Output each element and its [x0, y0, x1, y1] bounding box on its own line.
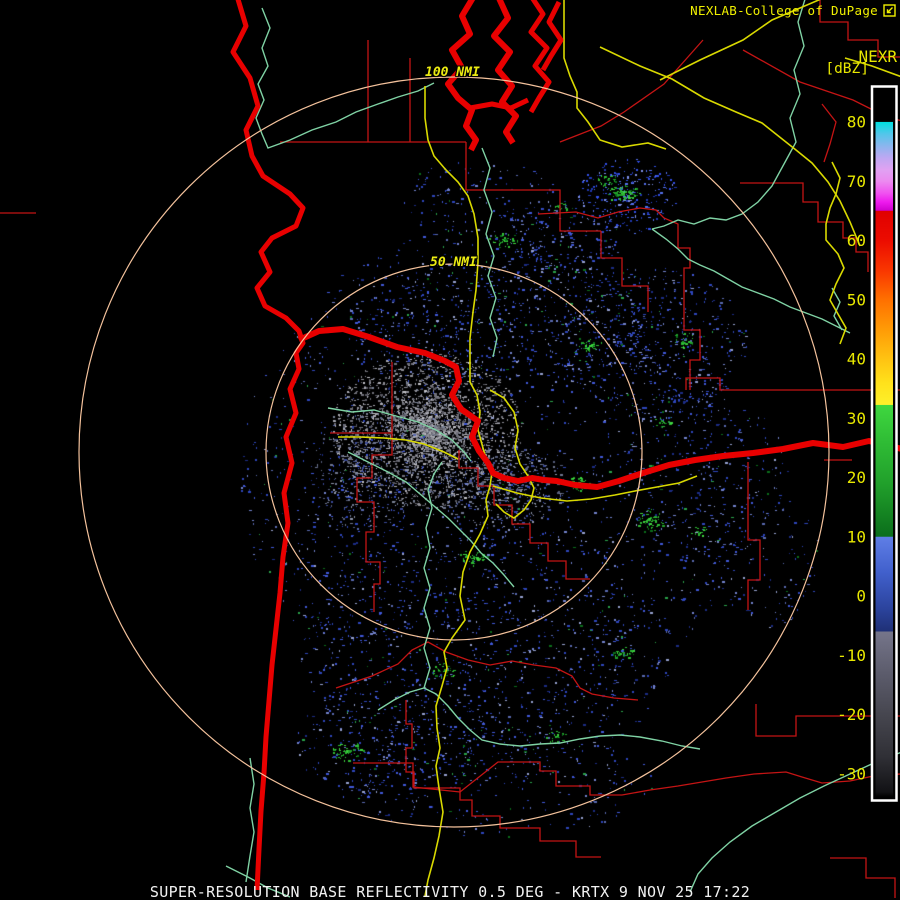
range-ring-188 [265, 263, 643, 641]
state-border-waterway-line [230, 0, 306, 891]
colorbar-tick-50: 50 [847, 290, 866, 309]
highway-line [563, 0, 667, 150]
river-line [651, 0, 806, 230]
highway-line [825, 161, 847, 345]
county-boundary-line [335, 641, 639, 701]
river-line [245, 757, 255, 883]
colorbar-tick--20: -20 [837, 705, 866, 724]
county-boundary-line [465, 142, 601, 232]
river-line [689, 752, 900, 893]
state-border-waterway-line [491, 0, 519, 145]
colorbar-tick-80: 80 [847, 113, 866, 132]
site-branding-link[interactable]: NEXLAB-College of DuPage [690, 3, 896, 18]
colorbar-gradient [875, 90, 893, 797]
river-line [347, 451, 515, 588]
county-boundary-line [821, 103, 837, 163]
state-border-waterway-line [469, 97, 530, 111]
river-line [377, 687, 701, 750]
county-boundary-line [683, 294, 701, 390]
range-ring-375 [78, 76, 830, 828]
radar-display: 80 70 60 50 40 30 20 10 0 -10 -20 -30 NEXLAB-Colleg… [0, 0, 900, 900]
county-boundary-line [600, 231, 649, 312]
colorbar-tick--10: -10 [837, 646, 866, 665]
river-line [481, 147, 498, 358]
river-line [831, 287, 843, 331]
colorbar-tick-20: 20 [847, 468, 866, 487]
colorbar-tick-0: 0 [856, 587, 866, 606]
colorbar-tick-70: 70 [847, 172, 866, 191]
state-border-waterway-line [297, 326, 900, 490]
river-line [651, 228, 851, 334]
range-ring-label-100nmi: 100 NMI [425, 65, 480, 80]
county-boundary-line [747, 462, 761, 610]
range-ring-label-50nmi: 50 NMI [430, 255, 477, 270]
river-line [423, 461, 443, 689]
colorbar-tick-40: 40 [847, 350, 866, 369]
state-border-waterway-line [528, 0, 552, 114]
product-caption: SUPER-RESOLUTION BASE REFLECTIVITY 0.5 D… [149, 883, 751, 900]
colorbar-tick--30: -30 [837, 764, 866, 783]
external-link-icon [883, 4, 896, 17]
county-boundary-line [537, 207, 691, 294]
waterways-layer [230, 0, 900, 891]
highway-line [599, 46, 861, 247]
colorbar-tick-30: 30 [847, 409, 866, 428]
county-boundary-line [740, 182, 869, 272]
county-boundary-line [353, 761, 900, 796]
county-boundary-line [330, 432, 393, 612]
river-line [255, 7, 435, 149]
county-boundary-line [405, 700, 601, 858]
colorbar-tick-10: 10 [847, 527, 866, 546]
highway-line [489, 389, 535, 519]
colorbar-tick-60: 60 [847, 231, 866, 250]
highways-layer [338, 0, 900, 897]
branding-text: NEXLAB-College of DuPage [690, 3, 878, 18]
county-boundary-line [685, 377, 900, 391]
colorbar-units-label: [dBZ] [825, 61, 869, 77]
range-rings [78, 76, 830, 828]
county-boundary-line [559, 39, 704, 143]
map-overlay: 80 70 60 50 40 30 20 10 0 -10 -20 -30 [0, 0, 900, 898]
state-border-waterway-line [540, 0, 564, 72]
